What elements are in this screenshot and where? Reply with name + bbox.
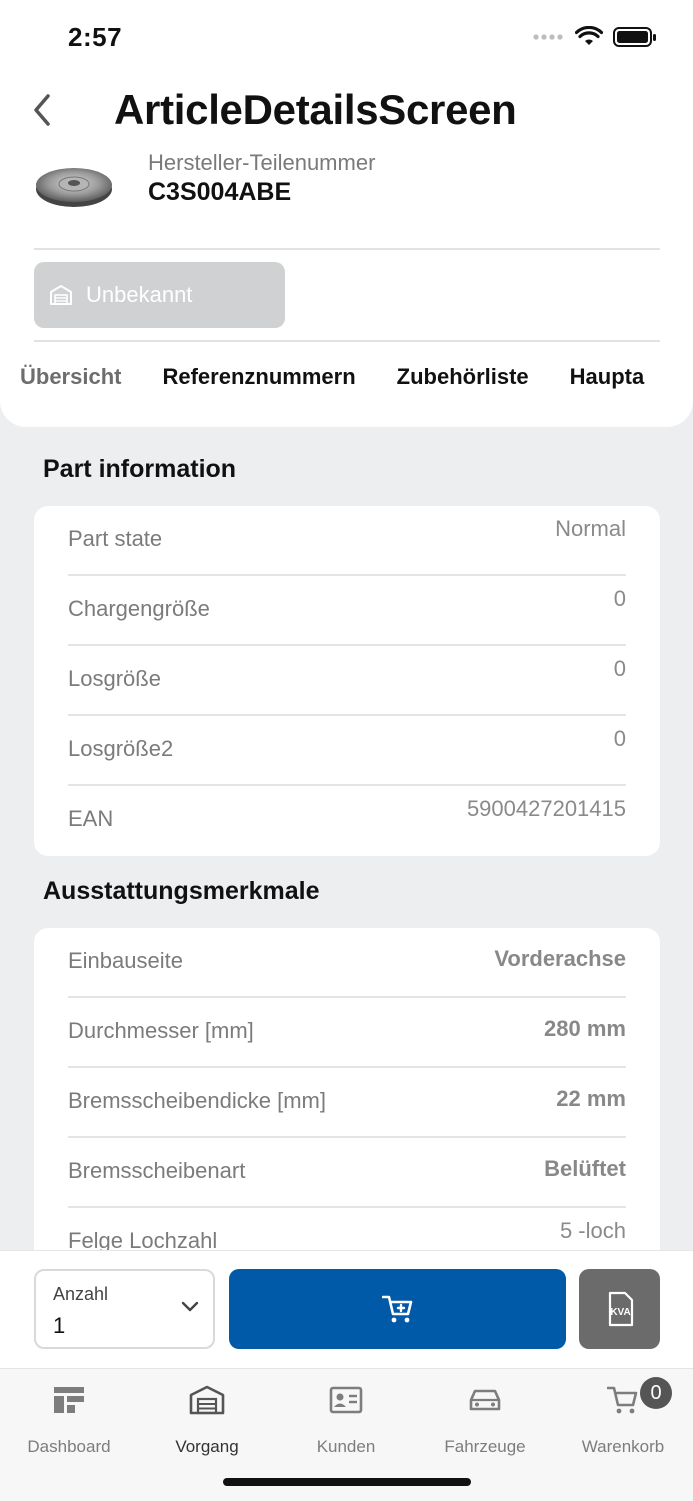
feature-value: 280 mm bbox=[544, 1016, 626, 1041]
tab-kunden[interactable]: Kunden bbox=[277, 1383, 415, 1457]
info-row: EAN 5900427201415 bbox=[68, 786, 626, 856]
info-value: 0 bbox=[613, 726, 626, 751]
divider bbox=[34, 340, 660, 342]
header-panel: 2:57 ArticleDetailsScreen Hersteller-Tei… bbox=[0, 0, 693, 427]
info-value: Normal bbox=[555, 516, 626, 541]
info-label: Losgröße bbox=[68, 666, 161, 691]
quantity-label: Anzahl bbox=[53, 1284, 109, 1304]
tab-label: Warenkorb bbox=[581, 1437, 665, 1456]
status-time: 2:57 bbox=[68, 22, 123, 52]
manufacturer-part-number-label: Hersteller-Teilenummer bbox=[148, 150, 376, 175]
chevron-down-icon bbox=[181, 1301, 199, 1312]
home-indicator bbox=[223, 1478, 471, 1486]
stock-status-button[interactable]: Unbekannt bbox=[34, 262, 285, 328]
kva-document-icon: KVA bbox=[608, 1291, 633, 1327]
feature-row: Durchmesser [mm] 280 mm bbox=[68, 998, 626, 1068]
feature-label: Bremsscheibenart bbox=[68, 1158, 246, 1183]
tab-bar-top: Übersicht Referenznummern Zubehörliste H… bbox=[20, 364, 644, 390]
info-row: Part state Normal bbox=[68, 506, 626, 576]
tab-label: Dashboard bbox=[27, 1437, 111, 1456]
info-label: Losgröße2 bbox=[68, 736, 174, 761]
feature-row: Einbauseite Vorderachse bbox=[68, 928, 626, 998]
stock-status-label: Unbekannt bbox=[86, 282, 193, 307]
page-title: ArticleDetailsScreen bbox=[114, 86, 517, 133]
cart-count-badge: 0 bbox=[640, 1377, 672, 1409]
tab-label: Fahrzeuge bbox=[444, 1437, 526, 1456]
tab-warenkorb[interactable]: 0 Warenkorb bbox=[554, 1377, 692, 1457]
feature-row: Bremsscheibenart Belüftet bbox=[68, 1138, 626, 1208]
feature-label: Bremsscheibendicke [mm] bbox=[68, 1088, 326, 1113]
contact-card-icon bbox=[329, 1386, 363, 1414]
quantity-value: 1 bbox=[53, 1313, 66, 1338]
cellular-signal-icon bbox=[533, 34, 563, 40]
dashboard-icon bbox=[54, 1387, 84, 1413]
info-value: 0 bbox=[613, 586, 626, 611]
battery-icon bbox=[613, 27, 656, 47]
back-button[interactable] bbox=[24, 88, 60, 132]
warehouse-icon bbox=[50, 285, 72, 305]
info-value: 5900427201415 bbox=[466, 796, 626, 821]
cart-icon bbox=[381, 1295, 412, 1323]
feature-value: 22 mm bbox=[556, 1086, 626, 1111]
brake-disc-image bbox=[36, 168, 112, 207]
kva-label: KVA bbox=[610, 1307, 630, 1318]
info-label: EAN bbox=[68, 806, 114, 831]
feature-row: Bremsscheibendicke [mm] 22 mm bbox=[68, 1068, 626, 1138]
tab-label: Kunden bbox=[316, 1437, 376, 1456]
tab-fahrzeuge[interactable]: Fahrzeuge bbox=[416, 1383, 554, 1457]
feature-value: Belüftet bbox=[544, 1156, 626, 1181]
quantity-select[interactable]: Anzahl 1 bbox=[34, 1269, 215, 1349]
part-information-card: Part state Normal Chargengröße 0 Losgröß… bbox=[34, 506, 660, 856]
action-bar: Anzahl 1 KVA bbox=[0, 1250, 693, 1369]
cart-icon bbox=[607, 1386, 638, 1414]
feature-value: Vorderachse bbox=[494, 946, 626, 971]
add-to-cart-button[interactable] bbox=[229, 1269, 566, 1349]
car-icon bbox=[469, 1389, 501, 1411]
info-row: Losgröße 0 bbox=[68, 646, 626, 716]
wifi-icon bbox=[575, 26, 603, 45]
tab-referenznummern[interactable]: Referenznummern bbox=[162, 364, 355, 390]
part-number: C3S004ABE bbox=[148, 178, 292, 206]
info-label: Chargengröße bbox=[68, 596, 210, 621]
chevron-left-icon bbox=[34, 94, 50, 126]
tab-vorgang[interactable]: Vorgang bbox=[138, 1383, 276, 1457]
tab-dashboard[interactable]: Dashboard bbox=[0, 1383, 138, 1457]
tab-uebersicht[interactable]: Übersicht bbox=[20, 364, 121, 390]
tab-label: Vorgang bbox=[175, 1437, 239, 1456]
kva-button[interactable]: KVA bbox=[579, 1269, 660, 1349]
feature-label: Einbauseite bbox=[68, 948, 183, 973]
info-row: Chargengröße 0 bbox=[68, 576, 626, 646]
info-row: Losgröße2 0 bbox=[68, 716, 626, 786]
info-value: 0 bbox=[613, 656, 626, 681]
info-label: Part state bbox=[68, 526, 163, 551]
tab-zubehoerliste[interactable]: Zubehörliste bbox=[397, 364, 529, 390]
feature-label: Durchmesser [mm] bbox=[68, 1018, 254, 1043]
features-title: Ausstattungsmerkmale bbox=[43, 877, 320, 905]
feature-value: 5 -loch bbox=[559, 1218, 626, 1243]
tab-haupta[interactable]: Haupta bbox=[570, 364, 645, 390]
part-information-title: Part information bbox=[43, 455, 237, 483]
status-icons bbox=[533, 26, 657, 48]
features-card: Einbauseite Vorderachse Durchmesser [mm]… bbox=[34, 928, 660, 1288]
warehouse-icon bbox=[189, 1385, 225, 1415]
divider bbox=[34, 248, 660, 250]
